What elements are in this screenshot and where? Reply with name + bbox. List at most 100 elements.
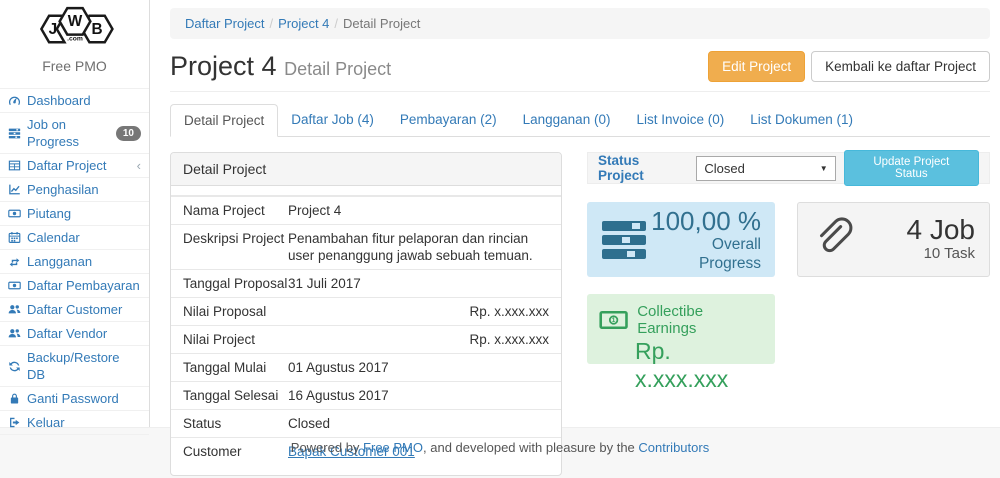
calendar-icon	[8, 231, 21, 244]
sidebar-item-label: Daftar Customer	[27, 301, 122, 318]
breadcrumb-link-project-4[interactable]: Project 4	[278, 16, 329, 31]
tab-daftar-job[interactable]: Daftar Job (4)	[278, 104, 387, 137]
sidebar-item-label: Daftar Pembayaran	[27, 277, 140, 294]
sidebar: J B W .com Free PMO Dashboard Job on Pro…	[0, 0, 150, 427]
table-row: Nama Project Project 4	[171, 196, 561, 224]
breadcrumb-link-daftar-project[interactable]: Daftar Project	[185, 16, 264, 31]
sidebar-item-daftar-pembayaran[interactable]: Daftar Pembayaran	[0, 273, 149, 297]
dashboard-icon	[8, 94, 21, 107]
page-subtitle: Detail Project	[284, 59, 391, 79]
sidebar-item-keluar[interactable]: Keluar	[0, 410, 149, 435]
caret-down-icon: ▼	[820, 164, 828, 173]
sidebar-item-daftar-project[interactable]: Daftar Project ‹	[0, 153, 149, 177]
tab-list-invoice[interactable]: List Invoice (0)	[623, 104, 737, 137]
sidebar-item-label: Backup/Restore DB	[27, 349, 141, 383]
sidebar-menu: Dashboard Job on Progress 10 Daftar Proj…	[0, 88, 149, 435]
row-label: Nilai Proposal	[183, 303, 288, 320]
sidebar-item-label: Daftar Vendor	[27, 325, 107, 342]
status-select-value: Closed	[704, 161, 744, 176]
tab-detail-project[interactable]: Detail Project	[170, 104, 278, 137]
jobs-value: 4 Job	[854, 216, 975, 244]
users-icon	[8, 327, 21, 340]
tab-langganan[interactable]: Langganan (0)	[510, 104, 624, 137]
tasks-count: 10 Task	[854, 244, 975, 263]
sidebar-item-dashboard[interactable]: Dashboard	[0, 88, 149, 112]
right-column: Status Project Closed ▼ Update Project S…	[587, 152, 990, 476]
table-row: Tanggal Mulai 01 Agustus 2017	[171, 353, 561, 381]
sidebar-item-daftar-vendor[interactable]: Daftar Vendor	[0, 321, 149, 345]
main-content: Daftar Project/Project 4/Detail Project …	[150, 0, 1000, 427]
table-icon	[8, 159, 21, 172]
breadcrumb-current: Detail Project	[343, 16, 420, 31]
earnings-value: Rp. x.xxx.xxx	[599, 337, 763, 393]
breadcrumb-separator: /	[264, 16, 278, 31]
page: J B W .com Free PMO Dashboard Job on Pro…	[0, 0, 1000, 427]
svg-text:W: W	[67, 13, 82, 30]
tab-pembayaran[interactable]: Pembayaran (2)	[387, 104, 510, 137]
project-name: Project 4	[170, 51, 277, 81]
refresh-icon	[8, 360, 21, 373]
row-label: Deskripsi Project	[183, 230, 288, 264]
sidebar-item-label: Job on Progress	[27, 116, 110, 150]
sidebar-item-ganti-password[interactable]: Ganti Password	[0, 386, 149, 410]
sidebar-item-piutang[interactable]: Piutang	[0, 201, 149, 225]
table-row: Tanggal Proposal 31 Juli 2017	[171, 269, 561, 297]
breadcrumb: Daftar Project/Project 4/Detail Project	[170, 8, 990, 39]
edit-project-button[interactable]: Edit Project	[708, 51, 805, 82]
sidebar-item-label: Daftar Project	[27, 157, 106, 174]
app-name: Free PMO	[0, 54, 149, 84]
row-value: Project 4	[288, 202, 549, 219]
earnings-label: Collectibe Earnings	[637, 303, 763, 337]
free-pmo-link[interactable]: Free PMO	[363, 440, 423, 455]
sidebar-item-langganan[interactable]: Langganan	[0, 249, 149, 273]
sidebar-item-label: Penghasilan	[27, 181, 99, 198]
row-label: Nilai Project	[183, 331, 288, 348]
sidebar-item-backup-restore-db[interactable]: Backup/Restore DB	[0, 345, 149, 386]
tasks-icon	[601, 220, 647, 260]
status-project-label: Status Project	[598, 153, 688, 183]
sidebar-item-penghasilan[interactable]: Penghasilan	[0, 177, 149, 201]
row-label: Tanggal Selesai	[183, 387, 288, 404]
money-icon	[8, 207, 21, 220]
progress-value: 100,00 %	[647, 207, 761, 235]
sign-out-icon	[8, 416, 21, 429]
table-row: Deskripsi Project Penambahan fitur pelap…	[171, 224, 561, 269]
svg-text:1: 1	[612, 317, 616, 324]
breadcrumb-separator: /	[329, 16, 343, 31]
update-project-status-button[interactable]: Update Project Status	[844, 150, 979, 186]
sidebar-item-label: Keluar	[27, 414, 65, 431]
table-row: Nilai Proposal Rp. x.xxx.xxx	[171, 297, 561, 325]
row-label: Nama Project	[183, 202, 288, 219]
collectible-earnings-box: 1 Collectibe Earnings Rp. x.xxx.xxx	[587, 294, 775, 364]
app-logo[interactable]: J B W .com Free PMO	[0, 0, 149, 88]
row-value: 31 Juli 2017	[288, 275, 549, 292]
row-label: Tanggal Proposal	[183, 275, 288, 292]
sidebar-item-label: Piutang	[27, 205, 71, 222]
row-value: 01 Agustus 2017	[288, 359, 549, 376]
money-icon	[8, 279, 21, 292]
row-label: Customer	[183, 443, 288, 460]
sidebar-item-daftar-customer[interactable]: Daftar Customer	[0, 297, 149, 321]
sidebar-item-job-on-progress[interactable]: Job on Progress 10	[0, 112, 149, 153]
table-row: Nilai Project Rp. x.xxx.xxx	[171, 325, 561, 353]
money-icon: 1	[599, 310, 628, 330]
progress-label: Overall Progress	[647, 235, 761, 273]
row-value: Rp. x.xxx.xxx	[288, 331, 549, 348]
status-project-bar: Status Project Closed ▼ Update Project S…	[587, 152, 990, 184]
table-row: Status Closed	[171, 409, 561, 437]
sidebar-item-label: Ganti Password	[27, 390, 119, 407]
status-select[interactable]: Closed ▼	[696, 156, 835, 181]
contributors-link[interactable]: Contributors	[638, 440, 709, 455]
paperclip-icon	[812, 217, 854, 263]
sidebar-item-calendar[interactable]: Calendar	[0, 225, 149, 249]
panel-title: Detail Project	[171, 153, 561, 186]
lock-icon	[8, 392, 21, 405]
back-to-project-list-button[interactable]: Kembali ke daftar Project	[811, 51, 990, 82]
row-label: Tanggal Mulai	[183, 359, 288, 376]
page-title: Project 4 Detail Project	[170, 51, 391, 82]
svg-text:.com: .com	[67, 36, 83, 43]
detail-table: Nama Project Project 4 Deskripsi Project…	[171, 186, 561, 475]
users-icon	[8, 303, 21, 316]
svg-text:J: J	[48, 21, 57, 38]
tab-list-dokumen[interactable]: List Dokumen (1)	[737, 104, 866, 137]
